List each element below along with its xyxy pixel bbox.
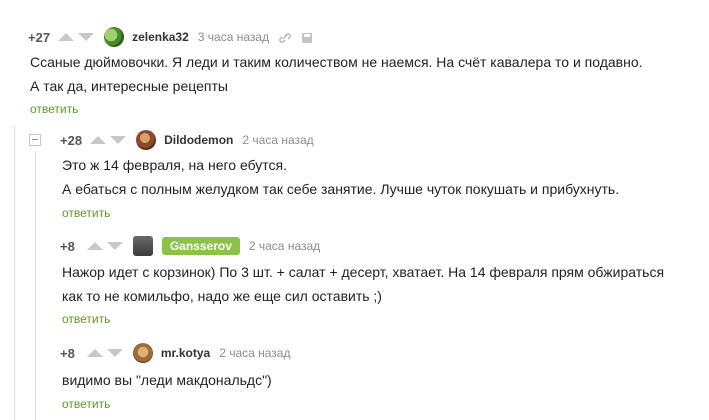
downvote-icon[interactable] <box>78 33 95 41</box>
downvote-icon[interactable] <box>106 349 123 357</box>
comment-text: Нажор идет с корзинок) По 3 шт. + салат … <box>62 260 664 308</box>
comment-header: +27 zelenka32 3 часа назад <box>28 27 313 47</box>
comment-text-line: видимо вы "леди макдональдс") <box>62 372 272 388</box>
comment-author[interactable]: Dildodemon <box>164 133 233 147</box>
thread-line <box>35 151 36 420</box>
reply-link[interactable]: ответить <box>30 102 78 116</box>
comment-text-line: Ссаные дюймовочки. Я леди и таким количе… <box>30 54 643 70</box>
avatar[interactable] <box>104 27 125 47</box>
comment-time[interactable]: 2 часа назад <box>219 346 290 360</box>
link-icon[interactable] <box>279 31 291 43</box>
comment-text-line: как то не комильфо, надо же еще сил оста… <box>62 288 382 304</box>
reply-link[interactable]: ответить <box>62 397 110 411</box>
comment-time[interactable]: 3 часа назад <box>198 30 269 44</box>
comment-text-line: Нажор идет с корзинок) По 3 шт. + салат … <box>62 264 665 280</box>
upvote-icon[interactable] <box>90 136 107 144</box>
upvote-icon[interactable] <box>86 242 103 250</box>
comment-rating: +28 <box>60 132 83 148</box>
save-icon[interactable] <box>301 31 313 43</box>
collapse-thread-button[interactable] <box>29 134 41 146</box>
comment-text: Ссаные дюймовочки. Я леди и таким количе… <box>30 50 643 98</box>
upvote-icon[interactable] <box>86 349 103 357</box>
downvote-icon[interactable] <box>110 136 127 144</box>
comment-header: +8 Gansserov 2 часа назад <box>60 236 320 256</box>
comment-rating: +8 <box>60 345 75 361</box>
comment-time[interactable]: 2 часа назад <box>242 133 313 147</box>
comment-text: видимо вы "леди макдональдс") <box>62 368 272 392</box>
avatar[interactable] <box>132 343 153 363</box>
comment-time[interactable]: 2 часа назад <box>249 239 320 253</box>
comment-author[interactable]: zelenka32 <box>132 30 189 44</box>
comment-text-line: А ебаться с полным желудком так себе зан… <box>62 181 620 197</box>
comment-text-line: Это ж 14 февраля, на него ебутся. <box>62 157 288 173</box>
reply-link[interactable]: ответить <box>62 312 110 326</box>
comment-header: +8 mr.kotya 2 часа назад <box>60 343 290 363</box>
upvote-icon[interactable] <box>58 33 75 41</box>
reply-link[interactable]: ответить <box>62 206 110 220</box>
comment-header: +28 Dildodemon 2 часа назад <box>60 130 314 150</box>
avatar[interactable] <box>136 130 157 150</box>
comment-text: Это ж 14 февраля, на него ебутся. А ебат… <box>62 153 619 201</box>
comment-text-line: А так да, интересные рецепты <box>30 78 228 94</box>
comment-rating: +27 <box>28 29 51 45</box>
comment-author[interactable]: mr.kotya <box>161 346 210 360</box>
avatar[interactable] <box>132 236 153 256</box>
comment-author[interactable]: Gansserov <box>161 237 240 255</box>
downvote-icon[interactable] <box>106 242 123 250</box>
thread-line <box>14 126 15 420</box>
comment-rating: +8 <box>60 238 75 254</box>
